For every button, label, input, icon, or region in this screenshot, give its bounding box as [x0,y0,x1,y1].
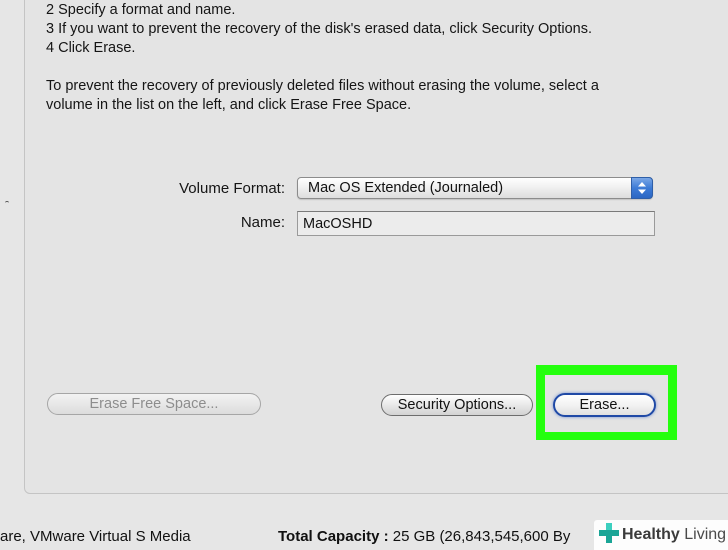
name-field-value: MacOSHD [303,216,373,232]
instruction-step-3: 3 If you want to prevent the recovery of… [46,21,592,37]
watermark-brand-strong: Healthy [622,526,680,543]
watermark-brand: Healthy Living [622,526,726,544]
instruction-step-2: 2 Specify a format and name. [46,2,236,18]
erase-button[interactable]: Erase... [553,393,656,417]
volume-format-label: Volume Format: [179,180,285,197]
total-capacity: Total Capacity : 25 GB (26,843,545,600 B… [278,528,570,545]
name-field[interactable]: MacOSHD [297,211,655,236]
free-space-instruction-line-2: volume in the list on the left, and clic… [46,97,412,113]
media-info: are, VMware Virtual S Media [0,528,191,545]
volume-format-popup[interactable]: Mac OS Extended (Journaled) [297,177,653,199]
erase-free-space-button[interactable]: Erase Free Space... [47,393,261,415]
instruction-step-4: 4 Click Erase. [46,40,136,56]
popup-updown-arrows-icon [631,177,653,199]
window-edge-mark [5,201,9,204]
medical-cross-icon [598,522,620,549]
watermark-brand-light: Living [684,526,727,543]
security-options-button[interactable]: Security Options... [381,394,533,416]
total-capacity-value: 25 GB (26,843,545,600 By [392,528,571,545]
total-capacity-label: Total Capacity : [278,528,389,545]
name-label: Name: [240,214,285,231]
free-space-instruction-line-1: To prevent the recovery of previously de… [46,78,599,94]
volume-format-value: Mac OS Extended (Journaled) [308,180,504,196]
